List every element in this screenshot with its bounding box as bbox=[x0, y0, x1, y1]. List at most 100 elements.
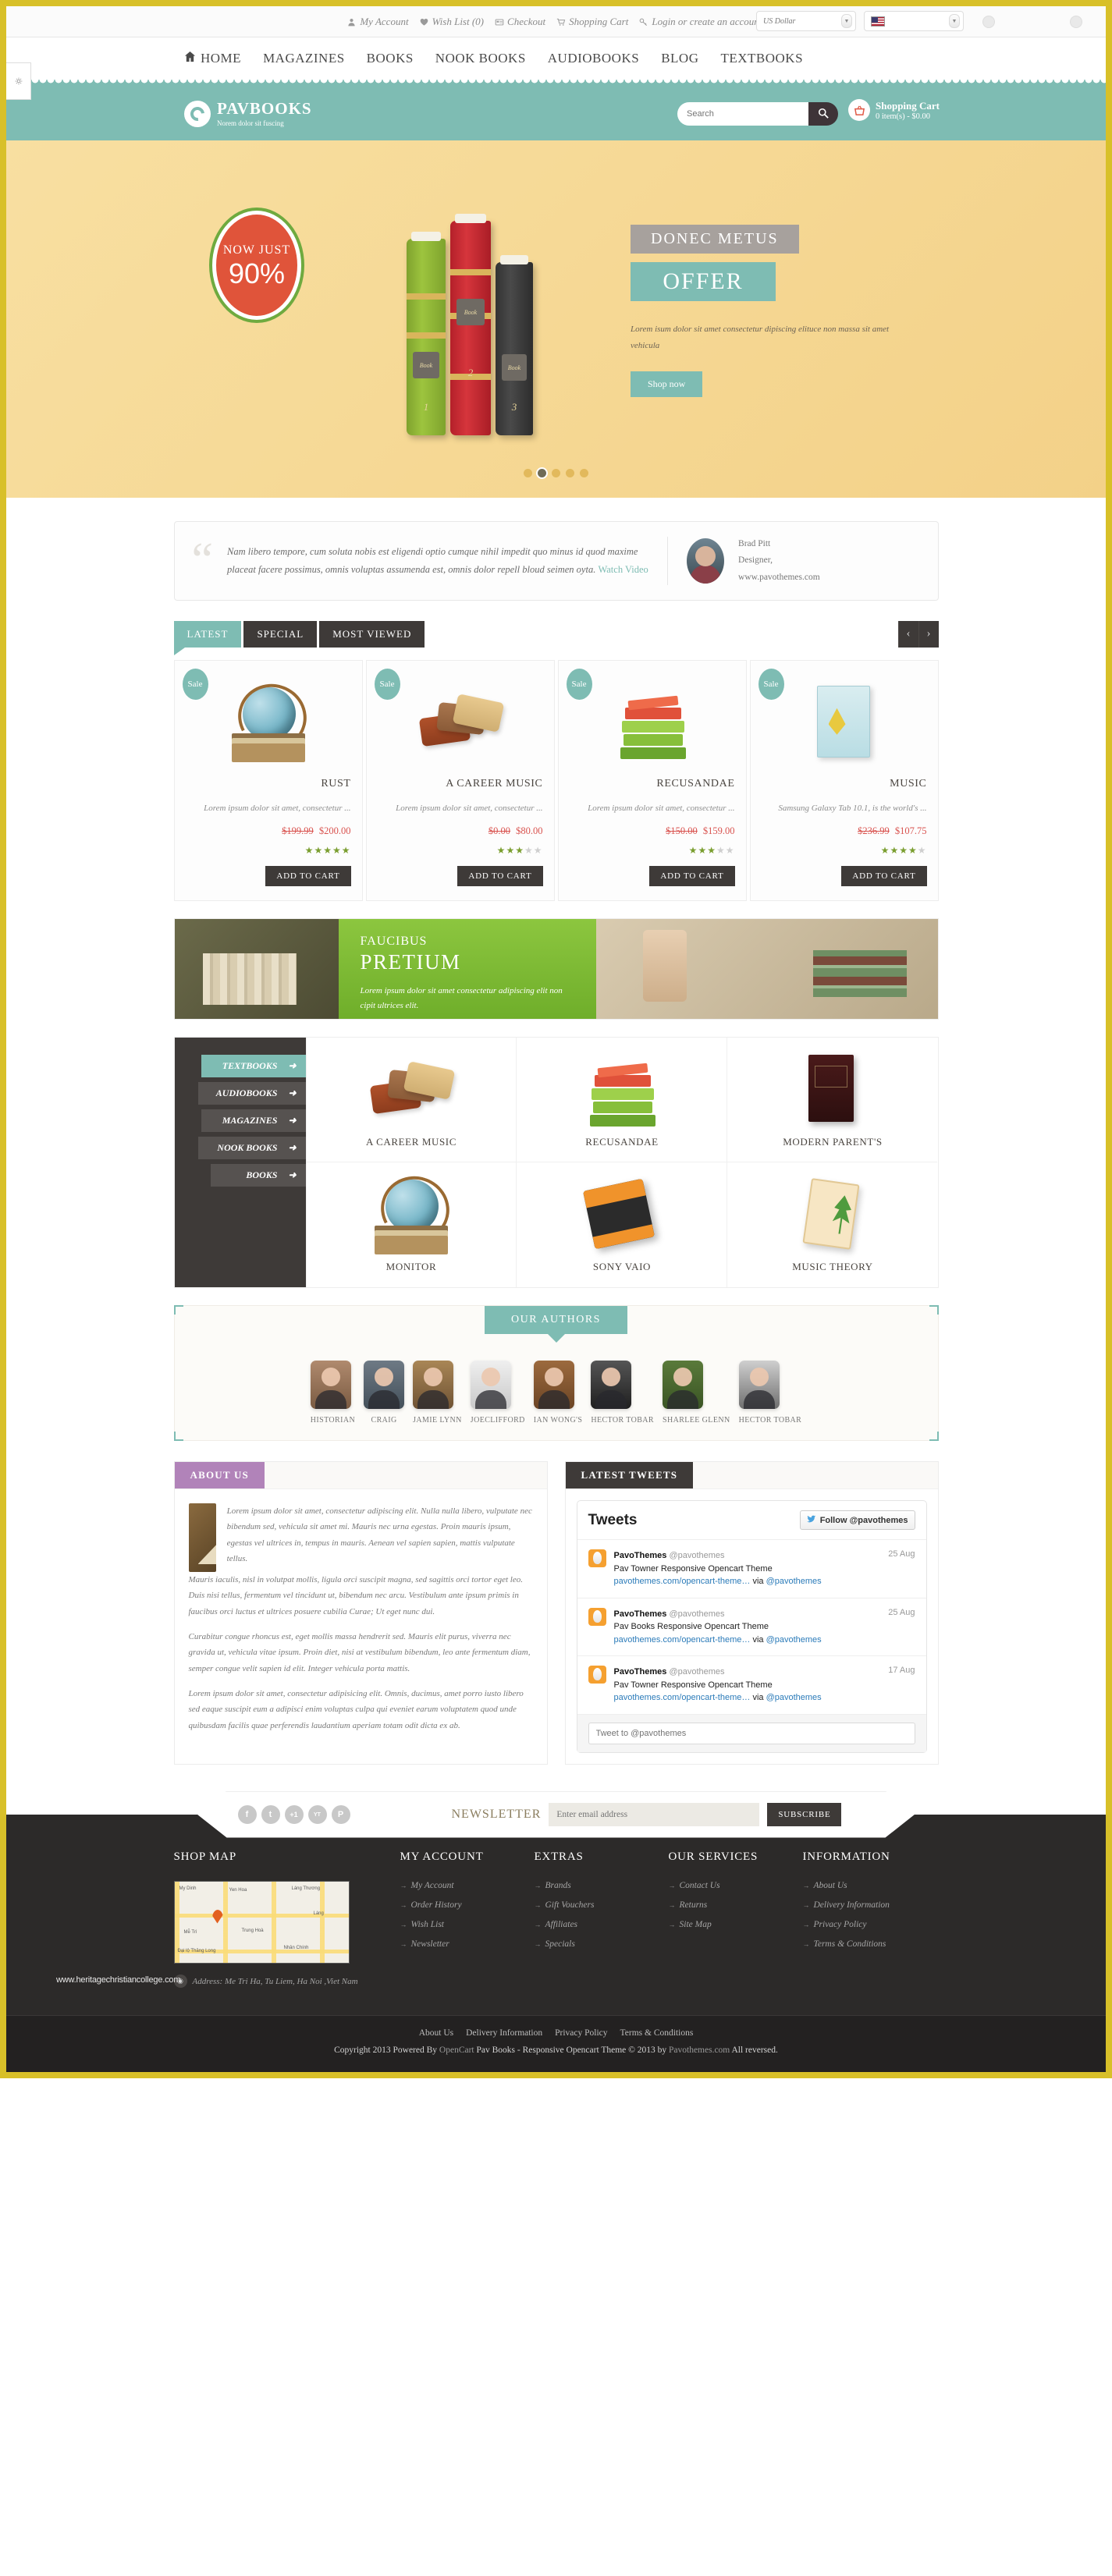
footer-link[interactable]: → Order History bbox=[400, 1900, 535, 1910]
tweet-link[interactable]: pavothemes.com/opencart-theme… bbox=[614, 1577, 751, 1586]
carousel-prev-button[interactable]: ‹ bbox=[897, 620, 918, 648]
carousel-next-button[interactable]: › bbox=[918, 620, 939, 648]
footer-link[interactable]: → Contact Us bbox=[669, 1881, 803, 1890]
author-item[interactable]: IAN WONG'S bbox=[533, 1361, 583, 1425]
hero-dot[interactable] bbox=[580, 469, 588, 477]
bottom-link-privacy-policy[interactable]: Privacy Policy bbox=[555, 2028, 607, 2038]
newsletter-email-input[interactable] bbox=[549, 1803, 759, 1826]
category-tab-audiobooks[interactable]: AUDIOBOOKS ➜ bbox=[197, 1082, 306, 1105]
tweet-link[interactable]: pavothemes.com/opencart-theme… bbox=[614, 1693, 751, 1702]
author-item[interactable]: HISTORIAN bbox=[310, 1361, 355, 1425]
product-card[interactable]: Sale A CAREER MUSIC Lorem ipsum dolor si… bbox=[365, 659, 555, 902]
shop-map-image[interactable]: My Dinh Yen Hoa Láng Thương Láng Mễ Trì … bbox=[173, 1880, 350, 1964]
twitter-icon[interactable]: t bbox=[261, 1805, 280, 1824]
author-item[interactable]: HECTOR TOBAR bbox=[591, 1361, 654, 1425]
language-select[interactable]: ▼ bbox=[864, 11, 964, 31]
category-product[interactable]: MODERN PARENT'S bbox=[727, 1038, 938, 1163]
site-logo[interactable]: PAVBOOKS Norem dolor sit fuscing bbox=[184, 101, 312, 127]
header-cart[interactable]: Shopping Cart 0 item(s) - $0.00 bbox=[848, 99, 940, 121]
top-link-shopping-cart[interactable]: Shopping Cart bbox=[556, 16, 628, 28]
tweet-mention[interactable]: @pavothemes bbox=[766, 1577, 822, 1586]
author-item[interactable]: JAMIE LYNN bbox=[413, 1361, 462, 1425]
footer-link[interactable]: → About Us bbox=[803, 1881, 937, 1890]
category-tab-magazines[interactable]: MAGAZINES ➜ bbox=[201, 1109, 306, 1133]
tweet-link[interactable]: pavothemes.com/opencart-theme… bbox=[614, 1635, 751, 1645]
tweet-item[interactable]: PavoThemes @pavothemes Pav Towner Respon… bbox=[577, 1656, 926, 1715]
google-plus-icon[interactable]: +1 bbox=[285, 1805, 304, 1824]
nav-item-nook-books[interactable]: NOOK BOOKS bbox=[435, 51, 526, 66]
footer-link[interactable]: → Site Map bbox=[669, 1920, 803, 1929]
nav-item-books[interactable]: BOOKS bbox=[367, 51, 414, 66]
tweet-compose-input[interactable] bbox=[588, 1722, 915, 1744]
footer-link[interactable]: → Newsletter bbox=[400, 1939, 535, 1949]
category-tab-nook-books[interactable]: NOOK BOOKS ➜ bbox=[197, 1137, 306, 1160]
tab-most-viewed[interactable]: MOST VIEWED bbox=[319, 620, 425, 648]
product-card[interactable]: Sale RECUSANDAE Lorem ipsum dolor sit am… bbox=[557, 659, 747, 902]
pinterest-icon[interactable]: P bbox=[332, 1805, 350, 1824]
nav-item-home[interactable]: HOME bbox=[184, 51, 241, 66]
footer-link[interactable]: → Terms & Conditions bbox=[803, 1939, 937, 1949]
promo-banner[interactable]: FAUCIBUS PRETIUM Lorem ipsum dolor sit a… bbox=[173, 918, 939, 1020]
side-panel-toggle[interactable] bbox=[6, 62, 31, 100]
footer-link[interactable]: → Brands bbox=[535, 1881, 669, 1890]
hero-dot[interactable] bbox=[552, 469, 560, 477]
footer-link[interactable]: → Privacy Policy bbox=[803, 1920, 937, 1929]
category-product[interactable]: SONY VAIO bbox=[516, 1162, 727, 1288]
search-button[interactable] bbox=[808, 102, 838, 126]
add-to-cart-button[interactable]: ADD TO CART bbox=[265, 866, 351, 887]
facebook-icon[interactable]: f bbox=[238, 1805, 257, 1824]
category-product[interactable]: A CAREER MUSIC bbox=[305, 1038, 517, 1163]
tab-latest[interactable]: LATEST bbox=[173, 620, 242, 648]
bottom-link-terms[interactable]: Terms & Conditions bbox=[620, 2028, 694, 2038]
hero-dot[interactable] bbox=[524, 469, 532, 477]
tweet-mention[interactable]: @pavothemes bbox=[766, 1693, 822, 1702]
add-to-cart-button[interactable]: ADD TO CART bbox=[649, 866, 735, 887]
category-tab-books[interactable]: BOOKS ➜ bbox=[210, 1164, 306, 1187]
category-product[interactable]: MONITOR bbox=[305, 1162, 517, 1288]
subscribe-button[interactable]: SUBSCRIBE bbox=[767, 1803, 841, 1826]
tweet-mention[interactable]: @pavothemes bbox=[766, 1635, 822, 1645]
author-item[interactable]: CRAIG bbox=[364, 1361, 405, 1425]
author-item[interactable]: JOECLIFFORD bbox=[470, 1361, 525, 1425]
add-to-cart-button[interactable]: ADD TO CART bbox=[457, 866, 543, 887]
footer-link[interactable]: → Returns bbox=[669, 1900, 803, 1910]
hero-dot[interactable] bbox=[566, 469, 574, 477]
footer-link[interactable]: → Specials bbox=[535, 1939, 669, 1949]
currency-select[interactable]: US Dollar ▼ bbox=[756, 11, 856, 31]
top-link-wish-list[interactable]: Wish List (0) bbox=[420, 16, 484, 28]
footer-link[interactable]: → Affiliates bbox=[535, 1920, 669, 1929]
nav-item-blog[interactable]: BLOG bbox=[661, 51, 698, 66]
footer-link[interactable]: → Wish List bbox=[400, 1920, 535, 1929]
hero-dot-active[interactable] bbox=[538, 469, 546, 477]
top-link-my-account[interactable]: My Account bbox=[347, 16, 409, 28]
watch-video-link[interactable]: Watch Video bbox=[598, 564, 648, 575]
tab-special[interactable]: SPECIAL bbox=[243, 620, 318, 648]
add-to-cart-button[interactable]: ADD TO CART bbox=[841, 866, 927, 887]
footer-link[interactable]: → Delivery Information bbox=[803, 1900, 937, 1910]
author-item[interactable]: HECTOR TOBAR bbox=[738, 1361, 802, 1425]
nav-item-magazines[interactable]: MAGAZINES bbox=[263, 51, 345, 66]
nav-item-audiobooks[interactable]: AUDIOBOOKS bbox=[548, 51, 639, 66]
tweet-item[interactable]: PavoThemes @pavothemes Pav Books Respons… bbox=[577, 1598, 926, 1657]
nav-item-textbooks[interactable]: TEXTBOOKS bbox=[720, 51, 803, 66]
bottom-link-about-us[interactable]: About Us bbox=[419, 2028, 453, 2038]
bottom-link-delivery-information[interactable]: Delivery Information bbox=[466, 2028, 542, 2038]
footer-link[interactable]: → Gift Vouchers bbox=[535, 1900, 669, 1910]
top-bar-round-button-2[interactable] bbox=[1070, 16, 1082, 28]
shop-now-button[interactable]: Shop now bbox=[631, 371, 703, 397]
product-card[interactable]: Sale RUST Lorem ipsum dolor sit amet, co… bbox=[173, 659, 363, 902]
tweet-item[interactable]: PavoThemes @pavothemes Pav Towner Respon… bbox=[577, 1540, 926, 1598]
category-product[interactable]: MUSIC THEORY bbox=[727, 1162, 937, 1288]
follow-button[interactable]: Follow @pavothemes bbox=[799, 1510, 915, 1531]
about-us-title: ABOUT US bbox=[174, 1462, 265, 1489]
search-input[interactable] bbox=[677, 102, 808, 126]
product-card[interactable]: Sale MUSIC Samsung Galaxy Tab 10.1, is t… bbox=[749, 659, 939, 902]
youtube-icon[interactable]: YT bbox=[308, 1805, 327, 1824]
category-product[interactable]: RECUSANDAE bbox=[516, 1038, 727, 1163]
top-link-checkout[interactable]: Checkout bbox=[495, 16, 545, 28]
author-item[interactable]: SHARLEE GLENN bbox=[662, 1361, 730, 1425]
top-link-login[interactable]: Login or create an account. bbox=[639, 16, 765, 28]
footer-link[interactable]: → My Account bbox=[400, 1881, 535, 1890]
top-bar-round-button-1[interactable] bbox=[982, 16, 995, 28]
category-tab-textbooks[interactable]: TEXTBOOKS ➜ bbox=[201, 1055, 306, 1078]
